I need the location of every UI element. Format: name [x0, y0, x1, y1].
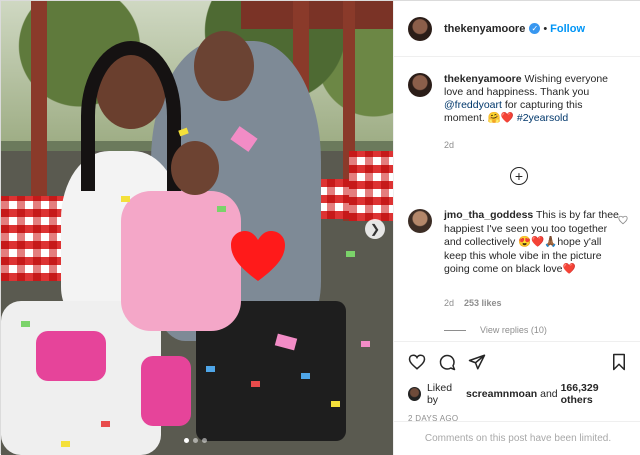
caption-username[interactable]: thekenyamoore	[444, 73, 522, 85]
photo-man-head	[194, 31, 254, 101]
photo-tablecloth-back	[349, 151, 393, 221]
replies-divider	[444, 329, 466, 331]
carousel-dots	[184, 438, 207, 443]
comment-item: jmo_tha_goddess This is by far thee happ…	[408, 209, 636, 277]
confetti-piece	[121, 196, 130, 202]
chevron-right-icon: ❯	[369, 222, 381, 236]
author-username[interactable]: thekenyamoore	[444, 23, 525, 35]
header-separator: •	[543, 22, 548, 35]
confetti-piece	[101, 421, 110, 427]
liker-avatar[interactable]	[408, 387, 421, 401]
likes-summary: Liked by screamnmoan and 166,329 others	[408, 382, 628, 406]
likes-suffix: and	[540, 388, 558, 400]
confetti-piece	[301, 373, 310, 379]
caption-emojis: 🤗❤️	[487, 112, 514, 124]
comment-like-heart-icon[interactable]	[618, 215, 628, 225]
photo-child-outfit	[121, 191, 241, 331]
view-replies-label[interactable]: View replies (10)	[480, 325, 547, 335]
post-photo[interactable]: ❯	[1, 1, 393, 455]
photo-child-head	[171, 141, 219, 195]
confetti-piece	[206, 366, 215, 372]
photo-pavilion-roof	[241, 1, 393, 29]
follow-button[interactable]: Follow	[550, 23, 585, 35]
caption-hashtag[interactable]: #2yearsold	[517, 112, 568, 124]
comment-bubble-icon[interactable]	[438, 353, 456, 371]
view-replies-button[interactable]: View replies (10)	[444, 325, 547, 335]
instagram-post-modal: ❯ thekenyamoore ✓ • Follow thekenyamoore…	[0, 0, 640, 455]
caption-avatar[interactable]	[408, 73, 432, 97]
likes-count[interactable]: 166,329 others	[561, 382, 628, 406]
carousel-dot	[184, 438, 189, 443]
carousel-dot	[193, 438, 198, 443]
confetti-piece	[217, 206, 226, 212]
red-heart-sticker	[231, 231, 285, 281]
post-header: thekenyamoore ✓ • Follow	[394, 1, 640, 57]
confetti-piece	[346, 251, 355, 257]
comment-age: 2d	[444, 298, 455, 308]
caption-age: 2d	[444, 140, 455, 150]
caption-text: thekenyamoore Wishing everyone love and …	[444, 73, 624, 152]
post-side-panel: thekenyamoore ✓ • Follow thekenyamoore W…	[393, 1, 640, 455]
photo-child-boot-right	[141, 356, 191, 426]
comment-likes[interactable]: 253 likes	[464, 298, 502, 308]
confetti-piece	[331, 401, 340, 407]
confetti-piece	[61, 441, 70, 447]
liker-username[interactable]: screamnmoan	[466, 388, 537, 400]
bookmark-icon[interactable]	[610, 353, 628, 371]
author-avatar[interactable]	[408, 16, 432, 41]
confetti-piece	[361, 341, 370, 347]
post-caption: thekenyamoore Wishing everyone love and …	[394, 57, 640, 152]
action-icons	[408, 350, 628, 374]
confetti-piece	[21, 321, 30, 327]
heart-icon[interactable]	[408, 353, 426, 371]
comments-limited-notice: Comments on this post have been limited.	[394, 421, 640, 455]
load-more-comments-button[interactable]: +	[510, 167, 528, 185]
likes-prefix: Liked by	[426, 382, 453, 406]
carousel-dot	[202, 438, 207, 443]
caption-mention[interactable]: @freddyoart	[444, 99, 502, 111]
photo-woman-hair	[81, 41, 181, 191]
commenter-username[interactable]: jmo_tha_goddess	[444, 209, 533, 221]
paper-plane-icon[interactable]	[468, 353, 486, 371]
plus-circle-icon: +	[514, 168, 524, 184]
carousel-next-button[interactable]: ❯	[365, 219, 385, 239]
photo-post-left	[31, 1, 47, 221]
comment-meta: 2d 253 likes	[444, 298, 502, 308]
photo-child-boot-left	[36, 331, 106, 381]
post-actions: Liked by screamnmoan and 166,329 others …	[394, 341, 640, 431]
commenter-avatar[interactable]	[408, 209, 432, 233]
comment-body: jmo_tha_goddess This is by far thee happ…	[444, 209, 619, 277]
verified-badge-icon: ✓	[529, 23, 541, 34]
confetti-piece	[251, 381, 260, 387]
